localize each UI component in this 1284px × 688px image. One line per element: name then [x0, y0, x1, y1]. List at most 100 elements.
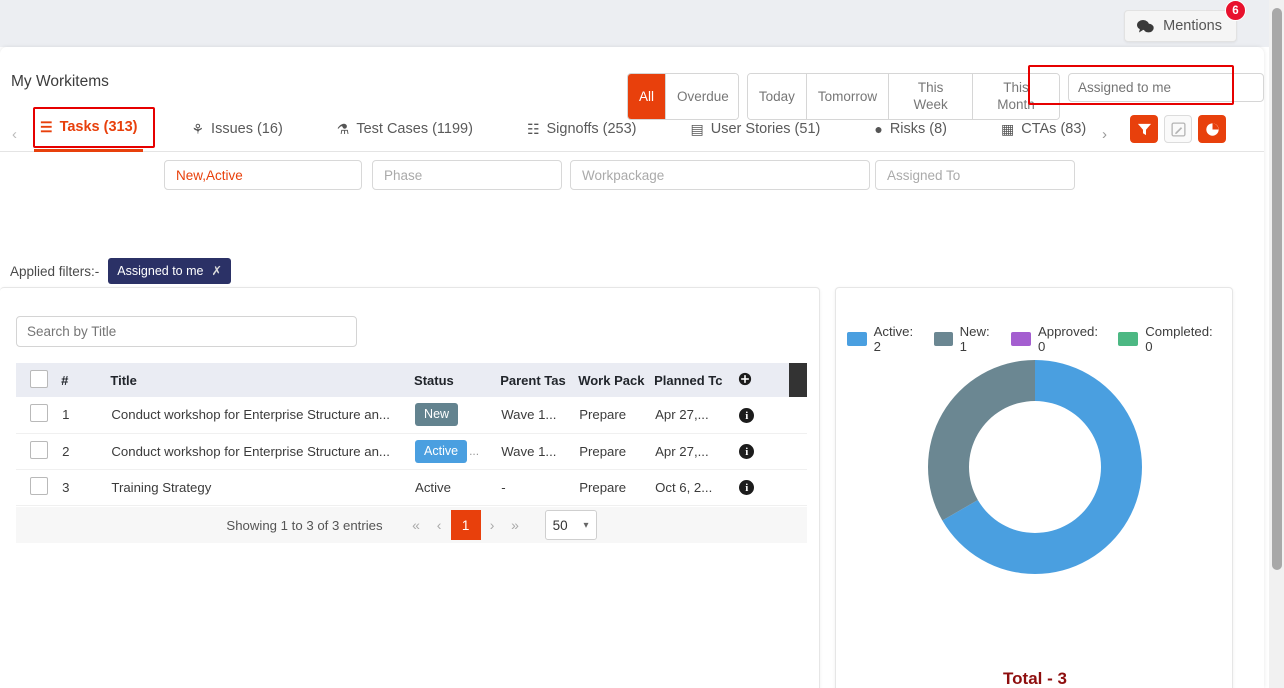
table-header-row: # Title Status Parent Tas Work Pack Plan… [16, 363, 807, 397]
header-planned-to[interactable]: Planned Tc [654, 363, 739, 397]
workpackage-filter[interactable]: Workpackage [570, 160, 870, 190]
row-checkbox[interactable] [30, 404, 48, 423]
page-title: My Workitems [11, 73, 109, 90]
tab-ctas[interactable]: ▦ CTAs (83) [995, 105, 1092, 152]
applied-filters: Applied filters:- Assigned to me ✗ [10, 258, 231, 284]
table-pagination: Showing 1 to 3 of 3 entries « ‹ 1 › » 50… [16, 507, 807, 543]
row-title[interactable]: Conduct workshop for Enterprise Structur… [110, 397, 415, 434]
table-head: # Title Status Parent Tas Work Pack Plan… [16, 363, 807, 397]
chart-total-label: Total - 3 [1003, 669, 1067, 688]
header-add-column[interactable] [738, 363, 785, 397]
pagination-next[interactable]: › [481, 511, 504, 539]
status-filter[interactable]: New,Active [164, 160, 362, 190]
row-title[interactable]: Conduct workshop for Enterprise Structur… [110, 433, 415, 470]
mentions-label: Mentions [1163, 18, 1222, 34]
plus-circle-icon [739, 372, 752, 385]
pencil-square-icon [1170, 121, 1186, 137]
bomb-icon: ● [874, 120, 883, 137]
status-badge: New [415, 403, 459, 427]
tab-user-stories-label: User Stories (51) [710, 120, 821, 137]
sitemap-icon: ☷ [526, 120, 540, 137]
table-row[interactable]: 2 Conduct workshop for Enterprise Struct… [16, 433, 807, 470]
funnel-icon [1137, 123, 1151, 135]
tab-user-stories[interactable]: ▤ User Stories (51) [685, 105, 827, 152]
row-info-cell: i [738, 469, 785, 506]
row-parent-task: - [500, 469, 579, 506]
edit-button[interactable] [1164, 115, 1192, 143]
header-title[interactable]: Title [110, 363, 415, 397]
row-checkbox[interactable] [30, 440, 48, 459]
top-bar: Mentions 6 [0, 0, 1284, 47]
info-icon[interactable]: i [739, 408, 755, 423]
chart-totals: Total - 3 Overdue - 3 [836, 664, 1234, 688]
tabs-scroll-left-icon[interactable]: ‹ [12, 126, 17, 143]
chat-bubbles-icon [1137, 19, 1154, 32]
page-size-select[interactable]: 50 ▾ [544, 510, 597, 540]
row-checkbox-cell [16, 397, 62, 434]
pagination-last[interactable]: » [504, 511, 527, 539]
row-title[interactable]: Training Strategy [110, 469, 415, 506]
status-donut-chart [836, 350, 1234, 610]
row-status-cell: New [414, 397, 501, 434]
tab-tasks[interactable]: ☰ Tasks (313) [34, 105, 144, 152]
flask-icon: ⚗ [336, 120, 350, 137]
status-badge: Active [415, 439, 468, 463]
header-work-package[interactable]: Work Pack [578, 363, 655, 397]
mentions-count-badge: 6 [1225, 0, 1246, 21]
donut-svg[interactable] [836, 350, 1234, 610]
tab-issues[interactable]: ⚘ Issues (16) [185, 105, 288, 152]
workitems-table-panel: # Title Status Parent Tas Work Pack Plan… [0, 287, 820, 688]
applied-filter-chip[interactable]: Assigned to me ✗ [108, 258, 231, 284]
header-index[interactable]: # [61, 363, 111, 397]
tab-ctas-label: CTAs (83) [1021, 120, 1087, 137]
page-scrollbar-thumb[interactable] [1272, 8, 1282, 570]
row-index: 2 [61, 433, 111, 470]
row-info-cell: i [738, 433, 785, 470]
assigned-to-me-input[interactable] [1068, 73, 1264, 102]
pagination-page-1[interactable]: 1 [450, 510, 481, 540]
phase-filter[interactable]: Phase [372, 160, 562, 190]
select-all-checkbox[interactable] [30, 369, 48, 388]
page-scrollbar-track[interactable] [1269, 0, 1284, 688]
workitems-table-wrap: # Title Status Parent Tas Work Pack Plan… [16, 363, 807, 506]
search-input[interactable] [16, 316, 357, 347]
clipboard-icon: ▤ [690, 120, 704, 137]
filter-button[interactable] [1130, 115, 1158, 143]
row-planned-to: Oct 6, 2... [654, 469, 739, 506]
table-horizontal-scrollbar[interactable] [789, 363, 807, 397]
row-scroll-spacer [784, 433, 807, 470]
row-status-cell: Active... [414, 433, 501, 470]
assigned-to-filter[interactable]: Assigned To [875, 160, 1075, 190]
row-checkbox[interactable] [30, 476, 48, 495]
status-overflow-ellipsis: ... [469, 443, 480, 458]
tab-signoffs-label: Signoffs (253) [546, 120, 637, 137]
close-icon[interactable]: ✗ [211, 263, 221, 278]
pagination-prev[interactable]: ‹ [428, 511, 451, 539]
mentions-button[interactable]: Mentions [1124, 10, 1237, 42]
row-work-package: Prepare [578, 469, 655, 506]
row-work-package: Prepare [578, 433, 655, 470]
row-status-plain: Active [414, 469, 501, 506]
legend-swatch-completed [1117, 332, 1139, 346]
pagination-first[interactable]: « [405, 511, 428, 539]
row-index: 1 [61, 397, 111, 434]
tabs-scroll-right-icon[interactable]: › [1102, 126, 1107, 143]
chevron-down-icon: ▾ [583, 519, 589, 531]
chart-button[interactable] [1198, 115, 1226, 143]
tab-test-cases[interactable]: ⚗ Test Cases (1199) [331, 105, 479, 152]
tab-risks[interactable]: ● Risks (8) [868, 105, 953, 152]
header-parent-task[interactable]: Parent Tas [500, 363, 579, 397]
header-select-all [16, 363, 62, 397]
table-row[interactable]: 1 Conduct workshop for Enterprise Struct… [16, 397, 807, 434]
row-planned-to: Apr 27,... [654, 397, 739, 434]
header-status[interactable]: Status [414, 363, 501, 397]
page-size-value: 50 [552, 517, 568, 533]
info-icon[interactable]: i [739, 480, 755, 496]
tab-risks-label: Risks (8) [889, 120, 948, 137]
info-icon[interactable]: i [739, 444, 755, 460]
table-row[interactable]: 3 Training Strategy Active - Prepare Oct… [16, 469, 807, 506]
donut-slice-new[interactable] [928, 360, 1035, 521]
tab-signoffs[interactable]: ☷ Signoffs (253) [521, 105, 643, 152]
row-checkbox-cell [16, 469, 62, 506]
workitems-table: # Title Status Parent Tas Work Pack Plan… [16, 363, 807, 506]
